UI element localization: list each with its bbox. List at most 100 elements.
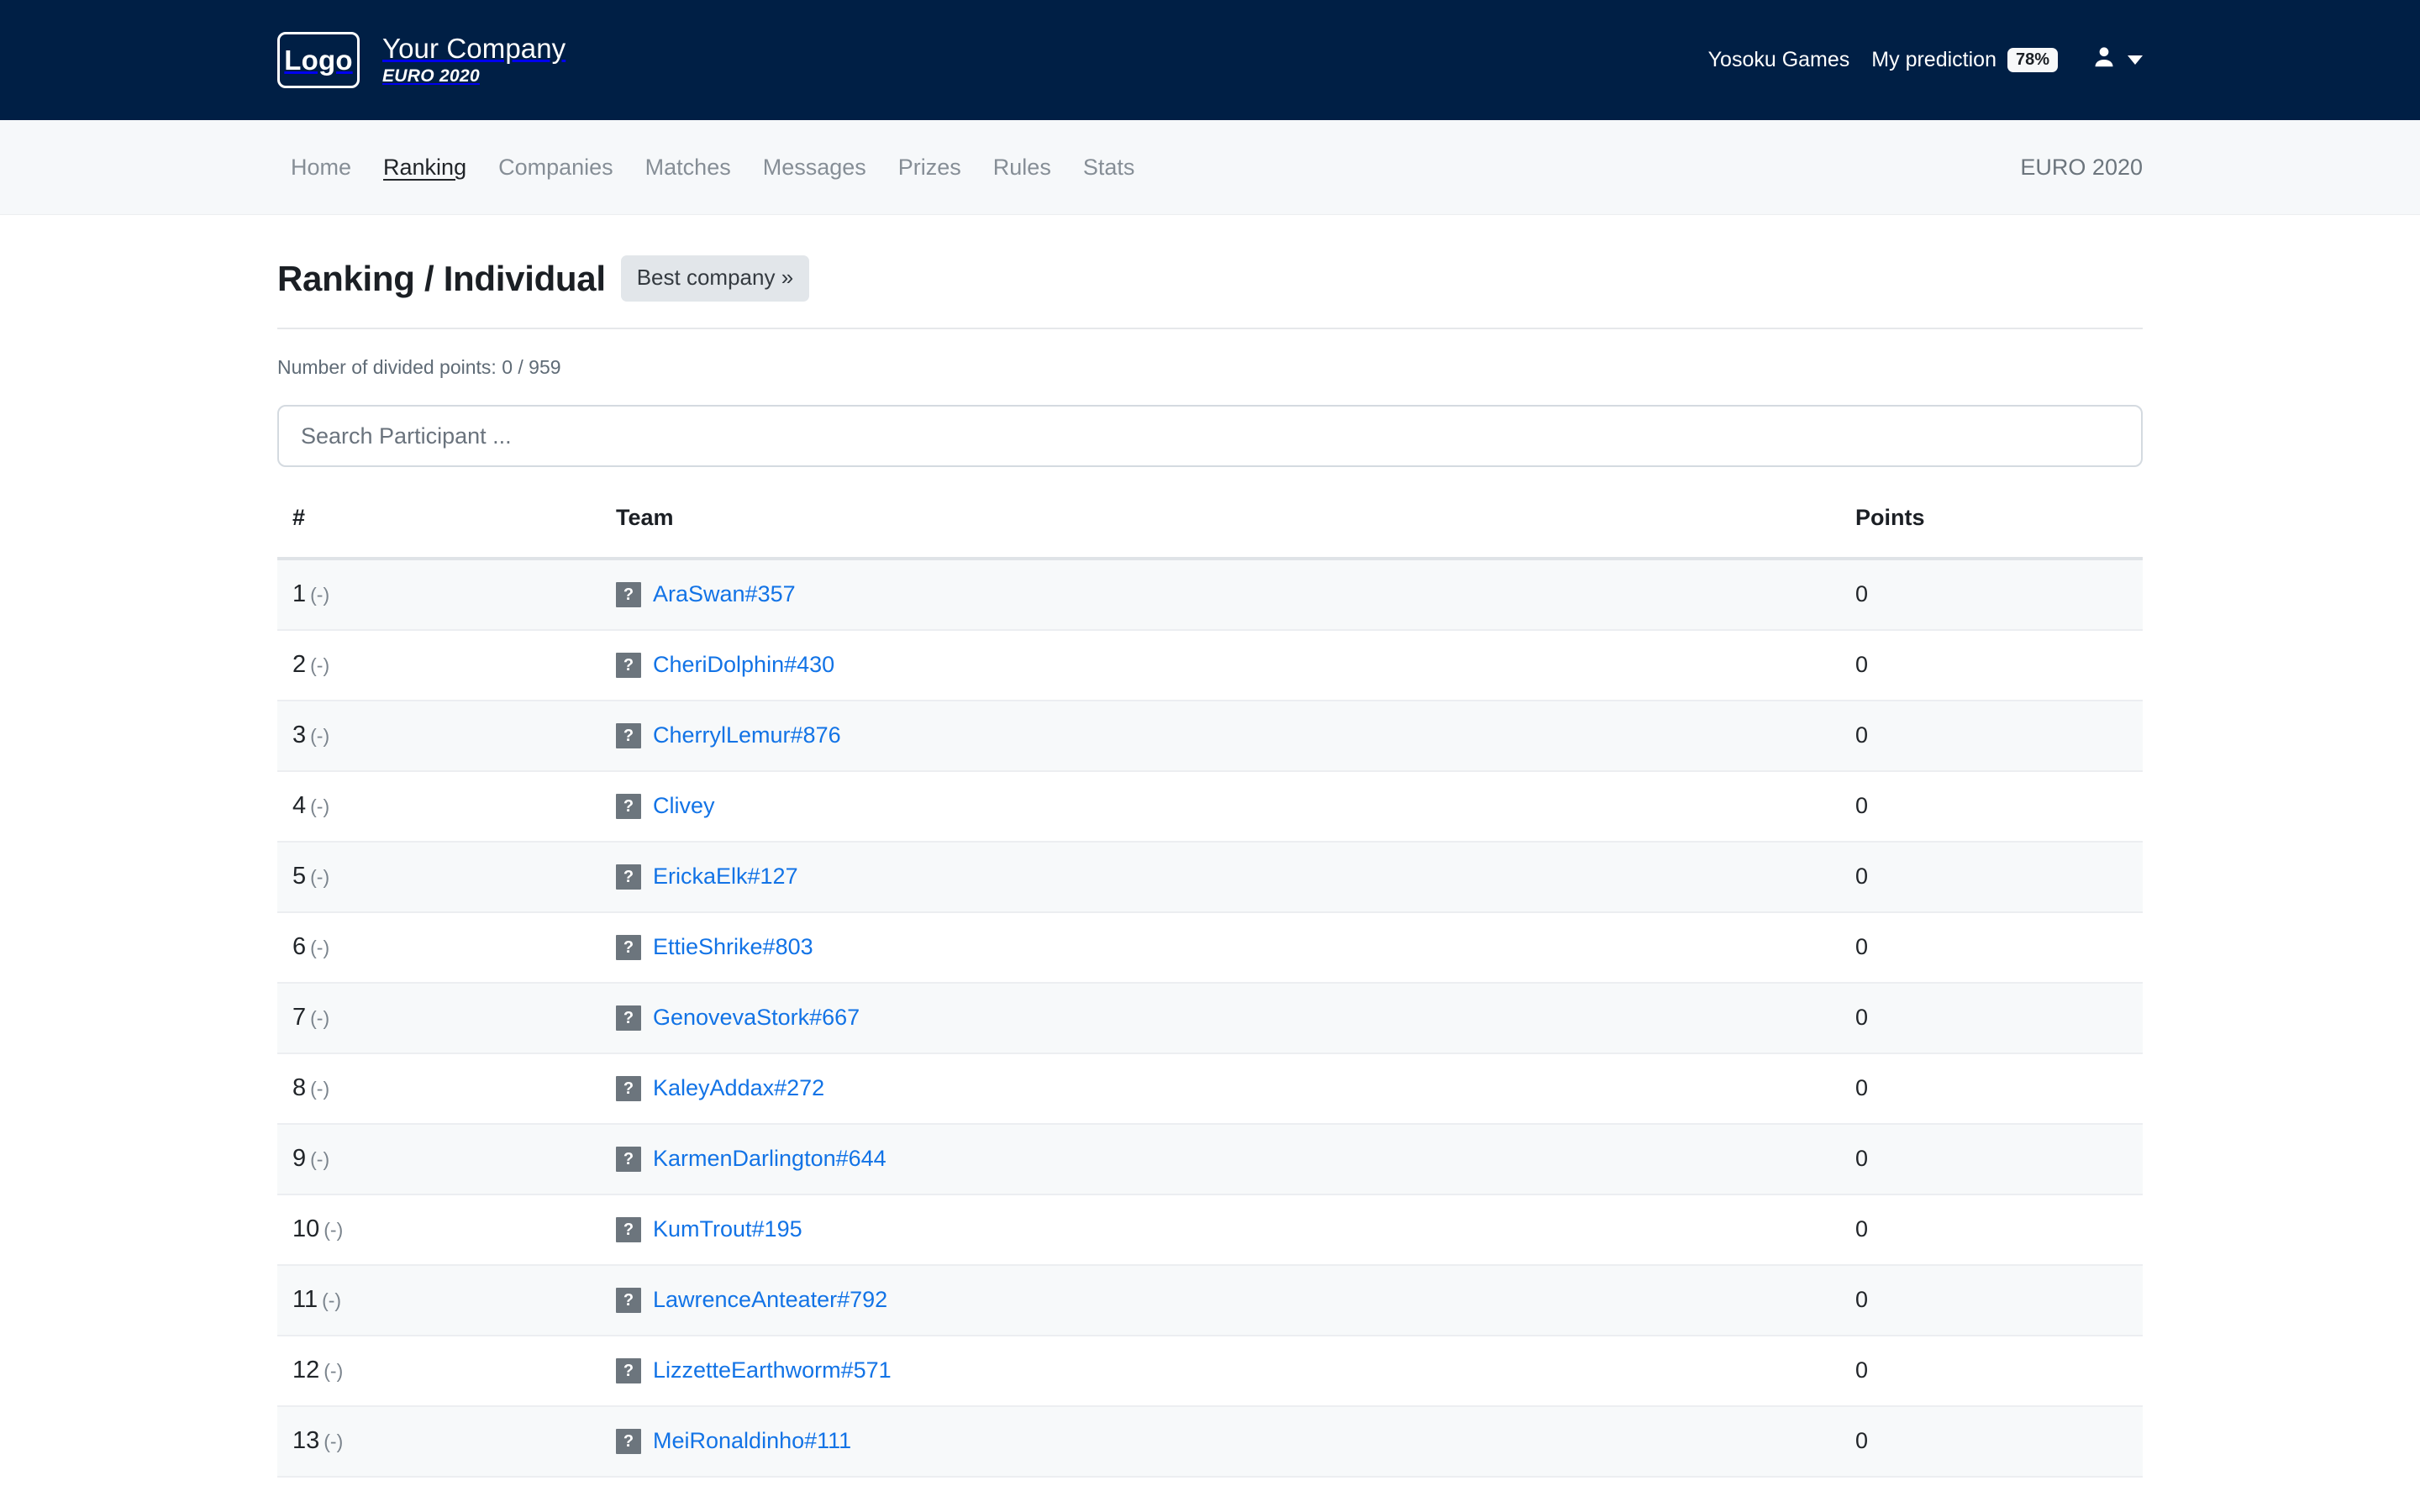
nav-item-prizes[interactable]: Prizes xyxy=(882,155,977,181)
points-cell: 0 xyxy=(1840,559,2143,631)
rank-change-indicator: (-) xyxy=(310,795,330,817)
rank-number: 4 xyxy=(292,792,307,819)
rank-cell: 11 (-) xyxy=(277,1265,601,1336)
team-name-link[interactable]: GenovevaStork#667 xyxy=(653,1005,860,1031)
team-name-link[interactable]: KumTrout#195 xyxy=(653,1216,802,1242)
page-header: Ranking / Individual Best company » xyxy=(277,255,2143,302)
avatar-placeholder-icon: ? xyxy=(616,793,641,819)
nav-item-ranking[interactable]: Ranking xyxy=(367,155,482,181)
avatar-placeholder-icon: ? xyxy=(616,1075,641,1101)
rank-cell: 12 (-) xyxy=(277,1336,601,1407)
points-cell: 0 xyxy=(1840,983,2143,1054)
rank-cell: 6 (-) xyxy=(277,912,601,984)
rank-number: 12 xyxy=(292,1357,320,1383)
team-cell: ? KarmenDarlington#644 xyxy=(601,1124,1840,1195)
team-name-link[interactable]: EttieShrike#803 xyxy=(653,934,813,960)
rank-change-indicator: (-) xyxy=(310,1148,330,1170)
team-cell-content: ? LizzetteEarthworm#571 xyxy=(616,1357,1840,1383)
table-row: 2 (-)? CheriDolphin#430 0 xyxy=(277,630,2143,701)
user-menu-toggle[interactable] xyxy=(2091,44,2143,76)
table-row: 4 (-)? Clivey 0 xyxy=(277,771,2143,843)
avatar-placeholder-icon: ? xyxy=(616,1287,641,1313)
team-cell: ? CherrylLemur#876 xyxy=(601,701,1840,772)
rank-number: 9 xyxy=(292,1145,307,1172)
rank-number: 8 xyxy=(292,1074,307,1101)
main-navigation-bar: Home Ranking Companies Matches Messages … xyxy=(0,120,2420,215)
rank-number: 6 xyxy=(292,933,307,960)
rank-change-indicator: (-) xyxy=(324,1360,344,1382)
team-cell: ? GenovevaStork#667 xyxy=(601,983,1840,1054)
points-cell: 0 xyxy=(1840,1053,2143,1125)
rank-number: 2 xyxy=(292,651,307,678)
brand-home-link[interactable]: Logo Your Company EURO 2020 xyxy=(277,32,566,88)
rank-change-indicator: (-) xyxy=(310,1078,330,1100)
company-subtitle: EURO 2020 xyxy=(382,66,480,86)
column-header-team: Team xyxy=(601,505,1840,560)
nav-item-matches[interactable]: Matches xyxy=(629,155,747,181)
team-cell: ? KumTrout#195 xyxy=(601,1194,1840,1266)
nav-item-companies[interactable]: Companies xyxy=(482,155,629,181)
rank-change-indicator: (-) xyxy=(310,937,330,958)
team-name-link[interactable]: LizzetteEarthworm#571 xyxy=(653,1357,892,1383)
points-cell: 0 xyxy=(1840,1406,2143,1478)
team-cell: ? MeiRonaldinho#111 xyxy=(601,1406,1840,1478)
team-name-link[interactable]: CheriDolphin#430 xyxy=(653,652,834,678)
avatar-placeholder-icon: ? xyxy=(616,1357,641,1383)
ranking-table-body: 1 (-)? AraSwan#357 0 2 (-)? CheriDolphin#430 0 3… xyxy=(277,559,2143,1478)
ranking-table: # Team Points 1 (-)? AraSwan#357 0 2 (-)? Cher… xyxy=(277,505,2143,1478)
table-row: 9 (-) ? KarmenDarlington#644 0 xyxy=(277,1124,2143,1195)
team-cell-content: ? CherrylLemur#876 xyxy=(616,722,1840,748)
rank-cell: 1 (-) xyxy=(277,559,601,631)
points-cell: 0 xyxy=(1840,701,2143,772)
divided-points-note: Number of divided points: 0 / 959 xyxy=(277,356,561,378)
chevron-down-icon xyxy=(2128,55,2143,65)
my-prediction-link[interactable]: My prediction 78% xyxy=(1871,48,2058,72)
table-row: 1 (-)? AraSwan#357 0 xyxy=(277,559,2143,631)
rank-number: 10 xyxy=(292,1215,320,1242)
prediction-percent-badge: 78% xyxy=(2007,48,2058,72)
rank-cell: 7 (-) xyxy=(277,983,601,1054)
team-name-link[interactable]: Clivey xyxy=(653,793,715,819)
points-cell: 0 xyxy=(1840,771,2143,843)
column-header-rank: # xyxy=(277,505,601,560)
points-cell: 0 xyxy=(1840,1124,2143,1195)
team-cell: ? AraSwan#357 xyxy=(601,559,1840,631)
team-cell: ? EttieShrike#803 xyxy=(601,912,1840,984)
nav-item-messages[interactable]: Messages xyxy=(747,155,882,181)
table-row: 6 (-)? EttieShrike#803 0 xyxy=(277,912,2143,984)
points-cell: 0 xyxy=(1840,1336,2143,1407)
rank-change-indicator: (-) xyxy=(322,1289,342,1311)
rank-change-indicator: (-) xyxy=(310,1007,330,1029)
nav-item-stats[interactable]: Stats xyxy=(1067,155,1151,181)
rank-number: 1 xyxy=(292,580,307,607)
avatar-placeholder-icon: ? xyxy=(616,722,641,748)
team-name-link[interactable]: KaleyAddax#272 xyxy=(653,1075,824,1101)
avatar-placeholder-icon: ? xyxy=(616,864,641,890)
avatar-placeholder-icon: ? xyxy=(616,1005,641,1031)
team-cell: ? LizzetteEarthworm#571 xyxy=(601,1336,1840,1407)
rank-change-indicator: (-) xyxy=(324,1431,344,1452)
yosoku-games-link[interactable]: Yosoku Games xyxy=(1708,48,1850,72)
team-cell-content: ? KaleyAddax#272 xyxy=(616,1075,1840,1101)
team-name-link[interactable]: CherrylLemur#876 xyxy=(653,722,841,748)
search-participant-input[interactable] xyxy=(277,405,2143,467)
rank-change-indicator: (-) xyxy=(310,654,330,676)
team-name-link[interactable]: ErickaElk#127 xyxy=(653,864,798,890)
rank-number: 13 xyxy=(292,1427,320,1454)
best-company-button[interactable]: Best company » xyxy=(620,255,810,302)
rank-change-indicator: (-) xyxy=(310,584,330,606)
header-right-nav: Yosoku Games My prediction 78% xyxy=(1708,44,2368,76)
team-name-link[interactable]: MeiRonaldinho#111 xyxy=(653,1428,851,1454)
team-name-link[interactable]: AraSwan#357 xyxy=(653,581,796,607)
team-name-link[interactable]: KarmenDarlington#644 xyxy=(653,1146,886,1172)
logo-label: Logo xyxy=(284,44,353,76)
points-cell: 0 xyxy=(1840,912,2143,984)
team-name-link[interactable]: LawrenceAnteater#792 xyxy=(653,1287,887,1313)
nav-item-rules[interactable]: Rules xyxy=(977,155,1067,181)
rank-cell: 8 (-) xyxy=(277,1053,601,1125)
rank-cell: 10 (-) xyxy=(277,1194,601,1266)
team-cell-content: ? ErickaElk#127 xyxy=(616,864,1840,890)
rank-number: 11 xyxy=(292,1286,318,1313)
rank-change-indicator: (-) xyxy=(324,1219,344,1241)
nav-item-home[interactable]: Home xyxy=(284,155,367,181)
